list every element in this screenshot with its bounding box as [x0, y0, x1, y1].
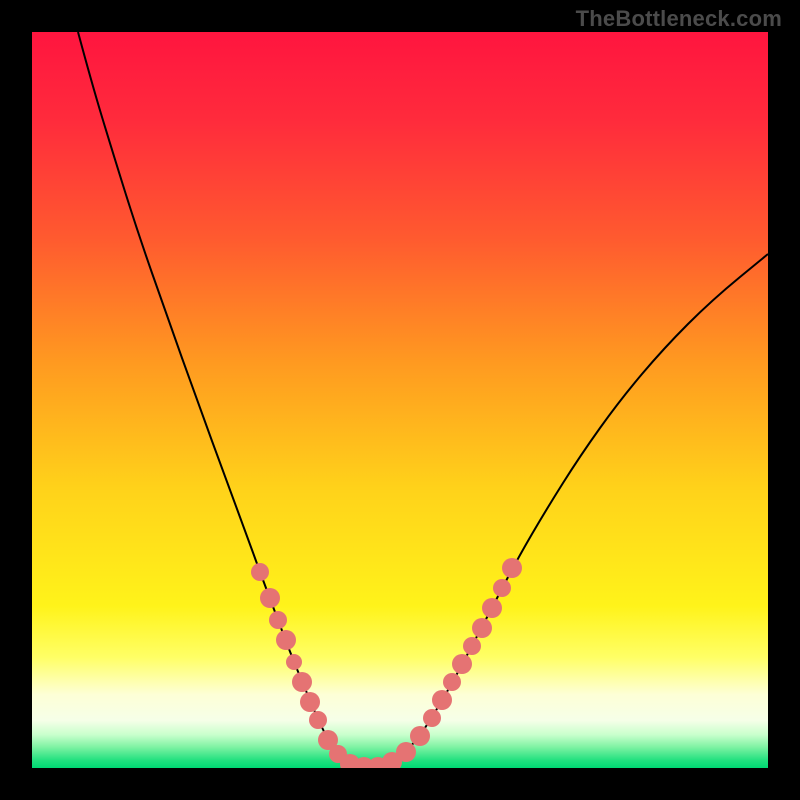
data-marker	[276, 630, 296, 650]
data-marker	[286, 654, 302, 670]
curve-layer	[32, 32, 768, 768]
data-marker	[396, 742, 416, 762]
data-markers	[251, 558, 522, 768]
bottleneck-curve	[78, 32, 768, 767]
data-marker	[260, 588, 280, 608]
data-marker	[410, 726, 430, 746]
chart-frame: TheBottleneck.com	[0, 0, 800, 800]
data-marker	[269, 611, 287, 629]
data-marker	[292, 672, 312, 692]
data-marker	[452, 654, 472, 674]
data-marker	[309, 711, 327, 729]
data-marker	[423, 709, 441, 727]
data-marker	[493, 579, 511, 597]
data-marker	[482, 598, 502, 618]
watermark-text: TheBottleneck.com	[576, 6, 782, 32]
data-marker	[432, 690, 452, 710]
data-marker	[463, 637, 481, 655]
plot-area	[32, 32, 768, 768]
data-marker	[502, 558, 522, 578]
data-marker	[472, 618, 492, 638]
data-marker	[443, 673, 461, 691]
data-marker	[300, 692, 320, 712]
data-marker	[251, 563, 269, 581]
